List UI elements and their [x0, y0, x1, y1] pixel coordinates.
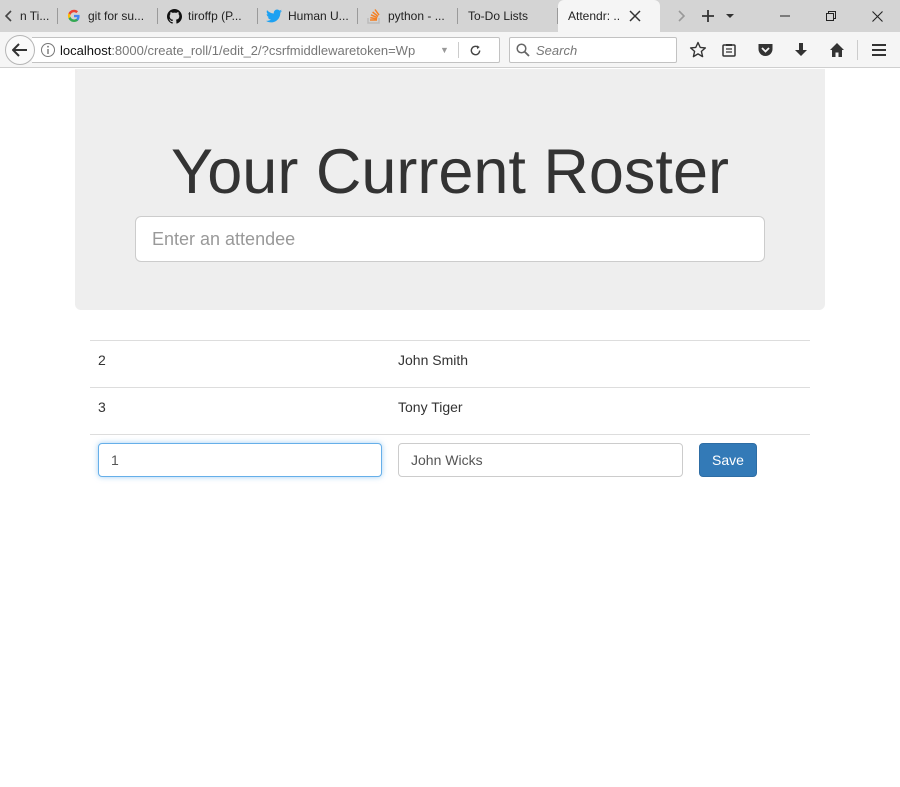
toolbar-separator	[857, 40, 858, 60]
tab-label: To-Do Lists	[468, 9, 529, 23]
minimize-button[interactable]	[762, 0, 808, 32]
tab-scroll-left-button[interactable]	[0, 0, 18, 32]
tab-scroll-right-button[interactable]	[672, 0, 690, 32]
minimize-icon	[780, 15, 790, 17]
tab-5[interactable]: To-Do Lists	[458, 0, 558, 32]
attendee-input[interactable]	[135, 216, 765, 262]
plus-icon	[702, 10, 714, 22]
tab-3[interactable]: Human U...	[258, 0, 358, 32]
close-window-button[interactable]	[854, 0, 900, 32]
url-bar[interactable]: localhost:8000/create_roll/1/edit_2/?csr…	[32, 37, 500, 63]
tab-1[interactable]: git for su...	[58, 0, 158, 32]
restore-button[interactable]	[808, 0, 854, 32]
stackoverflow-icon	[366, 8, 382, 24]
info-icon[interactable]	[40, 42, 56, 58]
row-number: 2	[98, 352, 106, 368]
tab-6-active[interactable]: Attendr: ...	[558, 0, 660, 32]
star-icon	[689, 41, 707, 58]
new-tab-button[interactable]	[698, 0, 718, 32]
hamburger-menu-icon	[872, 44, 886, 56]
back-button[interactable]	[5, 35, 35, 65]
pocket-icon	[758, 44, 772, 56]
tab-label: tiroffp (P...	[188, 9, 242, 23]
table-row: 2 John Smith	[90, 340, 810, 387]
navigation-toolbar: localhost:8000/create_roll/1/edit_2/?csr…	[0, 32, 900, 68]
url-text[interactable]: localhost:8000/create_roll/1/edit_2/?csr…	[60, 43, 434, 58]
edit-row: Save	[90, 434, 810, 488]
url-history-dropdown-icon[interactable]: ▼	[440, 45, 452, 55]
search-bar[interactable]	[509, 37, 677, 63]
menu-button[interactable]	[867, 38, 891, 62]
roster-table: 2 John Smith 3 Tony Tiger Save	[90, 340, 810, 488]
github-icon	[166, 8, 182, 24]
reload-button[interactable]	[463, 38, 487, 62]
search-input[interactable]	[536, 42, 666, 58]
tab-0[interactable]: n Ti...	[18, 0, 58, 32]
tab-label: Attendr: ...	[568, 9, 620, 23]
page-title: Your Current Roster	[171, 137, 729, 207]
caret-down-icon	[726, 14, 734, 18]
reload-icon	[470, 44, 480, 55]
save-button[interactable]: Save	[699, 443, 757, 477]
url-host: localhost	[60, 42, 112, 58]
jumbotron-header: Your Current Roster	[75, 69, 825, 310]
tab-4[interactable]: python - ...	[358, 0, 458, 32]
google-icon	[66, 8, 82, 24]
home-icon	[830, 43, 844, 57]
row-name: Tony Tiger	[398, 399, 463, 415]
clipboard-icon	[722, 44, 736, 57]
search-icon	[516, 43, 530, 57]
arrow-left-icon	[12, 43, 27, 57]
url-divider	[458, 42, 459, 58]
row-number: 3	[98, 399, 106, 415]
list-all-tabs-button[interactable]	[722, 0, 738, 32]
close-icon[interactable]	[628, 9, 642, 23]
chevron-right-icon	[678, 10, 685, 22]
number-input[interactable]	[98, 443, 382, 477]
tab-strip: n Ti... git for su... tiroffp (P... Huma…	[0, 0, 900, 32]
downloads-button[interactable]	[789, 38, 813, 62]
url-path: :8000/create_roll/1/edit_2/?csrfmiddlewa…	[111, 42, 416, 58]
download-arrow-icon	[795, 43, 807, 56]
close-icon	[871, 10, 883, 22]
bookmark-button[interactable]	[686, 38, 710, 62]
home-button[interactable]	[825, 38, 849, 62]
tab-2[interactable]: tiroffp (P...	[158, 0, 258, 32]
tab-label: git for su...	[88, 9, 145, 23]
name-input[interactable]	[398, 443, 683, 477]
reading-list-button[interactable]	[717, 38, 741, 62]
pocket-button[interactable]	[753, 38, 777, 62]
tab-label: Human U...	[288, 9, 349, 23]
table-row: 3 Tony Tiger	[90, 387, 810, 434]
row-name: John Smith	[398, 352, 469, 368]
twitter-icon	[266, 8, 282, 24]
restore-icon	[826, 11, 836, 21]
tab-label: python - ...	[388, 9, 445, 23]
tab-label: n Ti...	[20, 9, 50, 23]
chevron-left-icon	[5, 10, 12, 22]
